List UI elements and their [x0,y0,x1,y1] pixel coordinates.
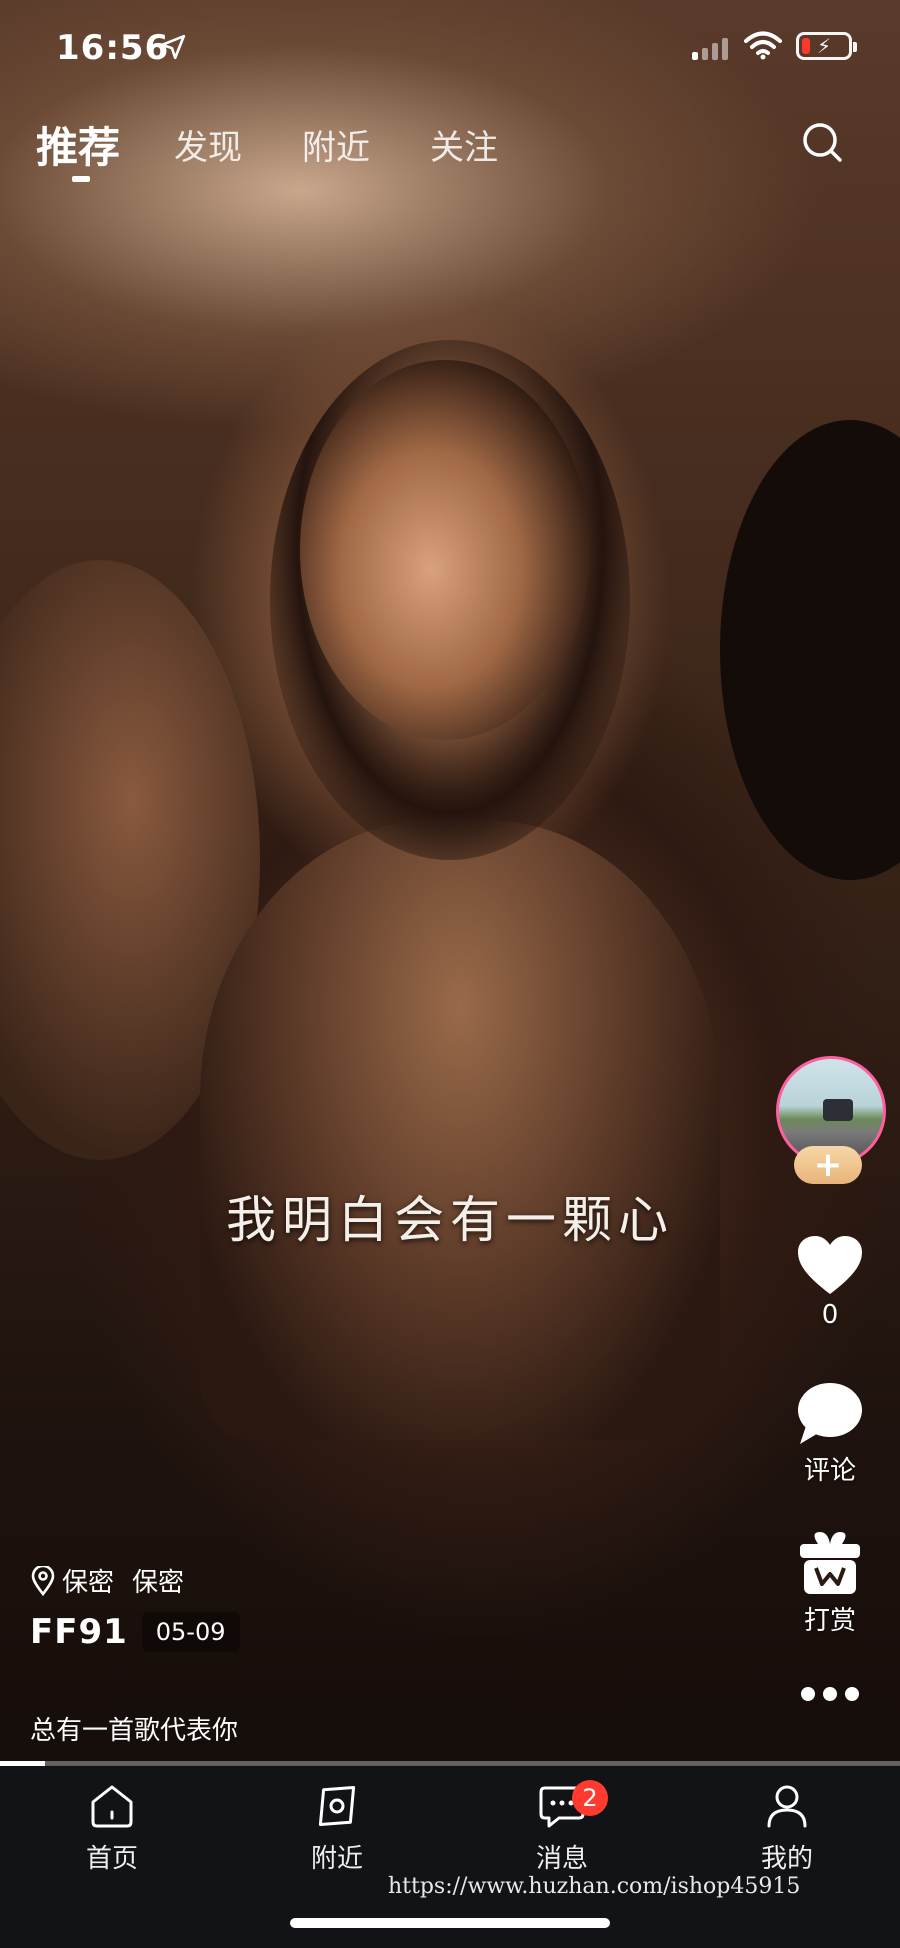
video-subject-face [300,360,590,740]
author-row: FF91 05-09 [30,1612,240,1652]
background-shadow [720,420,900,880]
message-badge: 2 [572,1780,608,1816]
bottom-tab-bar: 首页 附近 2 消息 我的 [0,1766,900,1948]
post-date: 05-09 [141,1612,240,1652]
active-tab-indicator [72,176,90,182]
tabbar-home[interactable]: 首页 [52,1784,172,1875]
tab-following[interactable]: 关注 [430,120,498,169]
tab-nearby[interactable]: 附近 [302,120,370,169]
wifi-icon [744,31,782,60]
battery-charging-icon: ⚡ [796,32,857,60]
like-count: 0 [821,1300,839,1330]
gift-action[interactable]: 打赏 [770,1530,890,1637]
tab-discover[interactable]: 发现 [174,120,242,169]
nearby-icon [318,1786,356,1826]
more-dots-icon [801,1687,859,1701]
comment-label: 评论 [803,1456,856,1486]
tabbar-messages[interactable]: 2 消息 [502,1780,622,1875]
profile-icon [767,1785,807,1828]
more-button[interactable] [770,1686,890,1702]
location-row[interactable]: 保密 保密 [30,1562,184,1599]
home-indicator[interactable] [290,1918,610,1928]
location-text-1: 保密 [62,1568,115,1598]
like-action[interactable]: 0 [770,1234,890,1330]
tabbar-messages-label: 消息 [535,1844,588,1874]
gift-label: 打赏 [803,1606,856,1636]
tabbar-home-label: 首页 [85,1844,138,1874]
heart-icon [798,1236,862,1294]
comment-action[interactable]: 评论 [770,1382,890,1487]
video-subject-body [200,820,720,1440]
video-info: 保密 保密 FF91 05-09 [30,1562,240,1652]
follow-button[interactable]: + [794,1146,862,1184]
video-player[interactable] [0,0,900,1765]
tabbar-profile[interactable]: 我的 [727,1784,847,1875]
signal-icon [692,36,732,60]
comment-icon [798,1383,862,1444]
search-icon[interactable] [800,120,844,164]
tab-recommend[interactable]: 推荐 [36,114,120,175]
tabbar-nearby[interactable]: 附近 [277,1784,397,1875]
gift-icon [800,1532,860,1594]
location-text-2: 保密 [132,1568,185,1598]
tabbar-nearby-label: 附近 [310,1844,363,1874]
video-caption: 总有一首歌代表你 [30,1716,239,1746]
tabbar-profile-label: 我的 [760,1844,813,1874]
status-bar: 16:56 ⚡ [0,0,900,100]
video-subtitle: 我明白会有一颗心 [226,1191,674,1249]
location-pin-icon [31,1565,55,1596]
home-icon [91,1785,133,1828]
location-arrow-icon [160,34,186,60]
status-time: 16:56 [56,28,170,68]
author-name[interactable]: FF91 [30,1612,128,1652]
watermark-url: https://www.huzhan.com/ishop45915 [388,1874,801,1899]
